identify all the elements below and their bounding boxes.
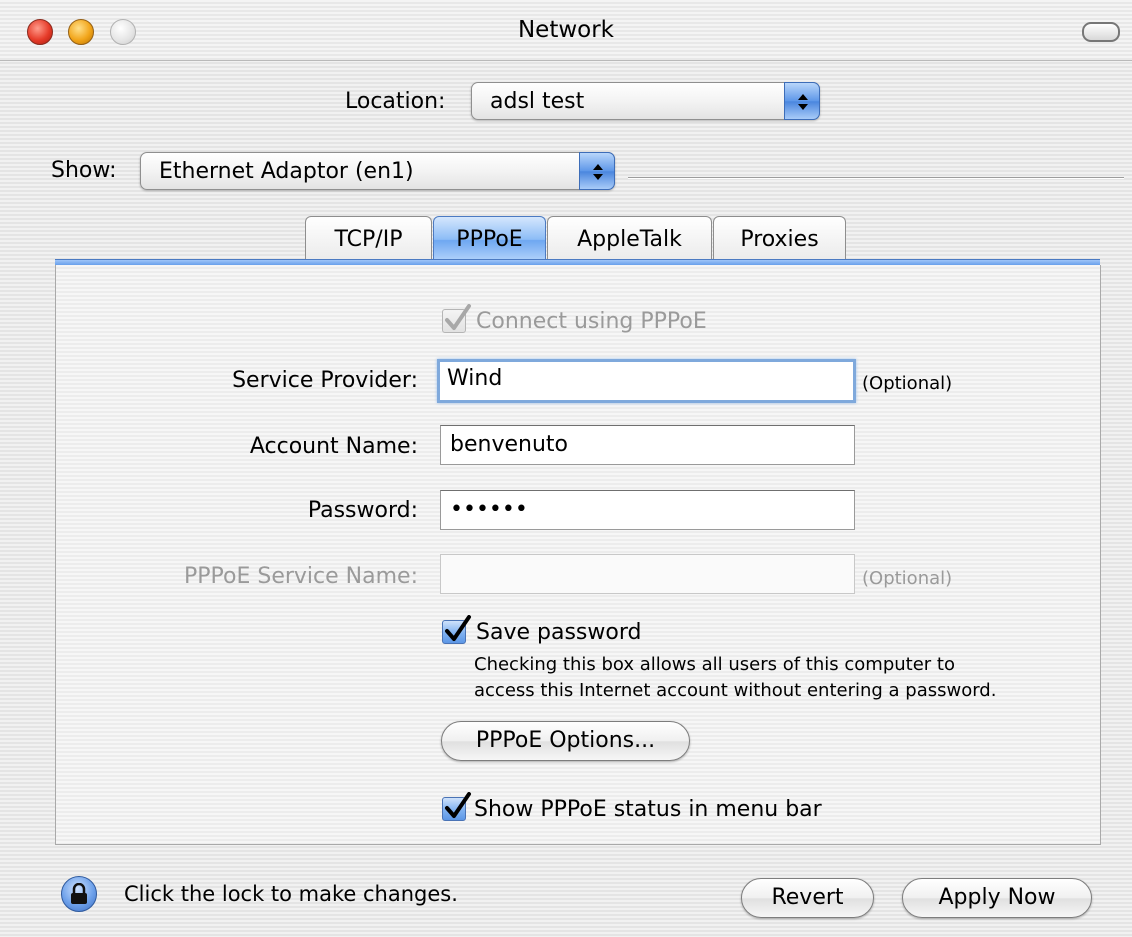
- popup-arrows-icon: [784, 82, 820, 120]
- password-field[interactable]: ••••••: [440, 490, 855, 530]
- save-password-help-line-1: Checking this box allows all users of th…: [474, 654, 955, 675]
- show-value: Ethernet Adaptor (en1): [159, 159, 414, 184]
- checkmark-icon: [445, 304, 471, 330]
- apply-now-button[interactable]: Apply Now: [902, 878, 1092, 918]
- tab-tcpip[interactable]: TCP/IP: [305, 216, 432, 262]
- service-provider-field[interactable]: Wind: [437, 359, 856, 403]
- pppoe-options-button[interactable]: PPPoE Options...: [441, 721, 690, 761]
- tab-appletalk[interactable]: AppleTalk: [547, 216, 712, 262]
- pppoe-service-name-field: [440, 554, 855, 594]
- show-label: Show:: [51, 158, 117, 183]
- location-value: adsl test: [490, 89, 585, 114]
- save-password-label: Save password: [476, 620, 642, 645]
- service-provider-optional-note: (Optional): [862, 373, 953, 394]
- pppoe-service-name-optional-note: (Optional): [862, 568, 953, 589]
- lock-icon: [71, 883, 87, 904]
- connect-using-pppoe-label: Connect using PPPoE: [476, 309, 707, 334]
- show-pppoe-status-checkbox[interactable]: [442, 792, 471, 821]
- account-name-label: Account Name:: [249, 434, 418, 459]
- tab-proxies[interactable]: Proxies: [713, 216, 846, 262]
- popup-arrows-icon: [579, 152, 615, 190]
- show-pppoe-status-label: Show PPPoE status in menu bar: [474, 797, 822, 822]
- checkmark-icon: [445, 615, 471, 641]
- location-popup[interactable]: adsl test: [471, 82, 820, 120]
- revert-button[interactable]: Revert: [741, 878, 874, 918]
- connect-using-pppoe-checkbox: [442, 304, 471, 333]
- separator-line: [628, 177, 1124, 179]
- location-label: Location:: [345, 89, 446, 114]
- window-title-bar[interactable]: Network: [0, 0, 1132, 61]
- service-provider-label: Service Provider:: [232, 368, 418, 393]
- tab-pppoe[interactable]: PPPoE: [433, 216, 546, 262]
- lock-message: Click the lock to make changes.: [124, 882, 458, 906]
- toolbar-toggle-button[interactable]: [1082, 22, 1120, 42]
- save-password-help-line-2: access this Internet account without ent…: [474, 680, 997, 701]
- show-popup[interactable]: Ethernet Adaptor (en1): [140, 152, 615, 190]
- checkmark-icon: [445, 792, 471, 818]
- pppoe-service-name-label: PPPoE Service Name:: [184, 564, 418, 589]
- lock-button[interactable]: [61, 876, 97, 912]
- window-title: Network: [517, 17, 615, 43]
- account-name-field[interactable]: benvenuto: [440, 425, 855, 465]
- save-password-checkbox[interactable]: [442, 615, 471, 644]
- password-label: Password:: [307, 498, 418, 523]
